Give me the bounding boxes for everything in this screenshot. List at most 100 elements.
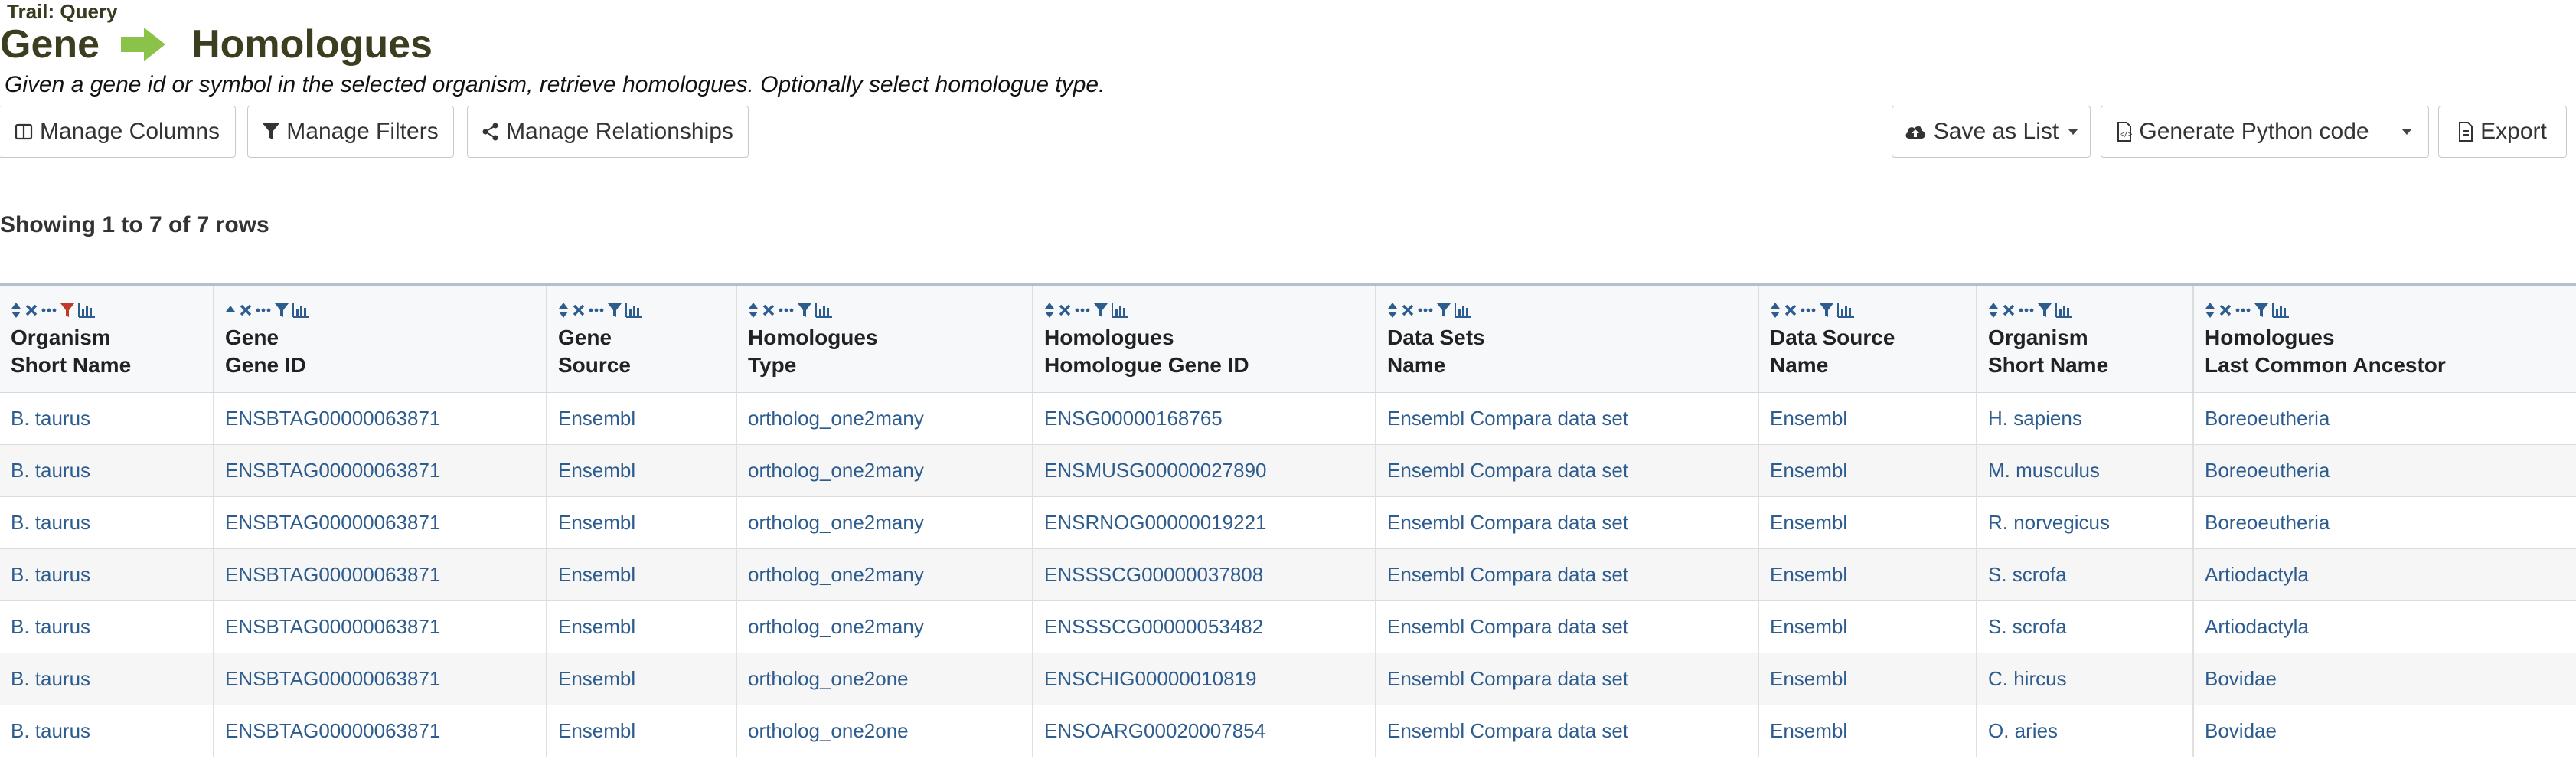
cell-link[interactable]: Ensembl bbox=[558, 407, 635, 430]
cell-link[interactable]: ENSCHIG00000010819 bbox=[1044, 667, 1257, 691]
more-options-icon[interactable] bbox=[256, 307, 271, 313]
cell-link[interactable]: ENSBTAG00000063871 bbox=[225, 459, 440, 483]
sort-icon[interactable] bbox=[558, 302, 569, 319]
cell-link[interactable]: ENSBTAG00000063871 bbox=[225, 667, 440, 691]
cell-link[interactable]: Ensembl bbox=[558, 719, 635, 743]
cell-link[interactable]: Artiodactyla bbox=[2205, 615, 2309, 639]
filter-icon[interactable] bbox=[2038, 303, 2052, 318]
cell-link[interactable]: H. sapiens bbox=[1988, 407, 2082, 430]
cell-link[interactable]: Boreoeutheria bbox=[2205, 407, 2330, 430]
more-options-icon[interactable] bbox=[1418, 307, 1433, 313]
cell-link[interactable]: Ensembl bbox=[1770, 407, 1847, 430]
cell-link[interactable]: O. aries bbox=[1988, 719, 2058, 743]
cell-link[interactable]: Boreoeutheria bbox=[2205, 459, 2330, 483]
remove-column-icon[interactable] bbox=[762, 304, 775, 316]
filter-icon[interactable] bbox=[798, 303, 811, 318]
summary-chart-icon[interactable] bbox=[1837, 303, 1854, 318]
more-options-icon[interactable] bbox=[2019, 307, 2034, 313]
summary-chart-icon[interactable] bbox=[2272, 303, 2289, 318]
cell-link[interactable]: Ensembl bbox=[1770, 511, 1847, 535]
cell-link[interactable]: B. taurus bbox=[11, 511, 90, 535]
cell-link[interactable]: ortholog_one2many bbox=[748, 459, 924, 483]
more-options-icon[interactable] bbox=[589, 307, 604, 313]
cell-link[interactable]: ENSBTAG00000063871 bbox=[225, 407, 440, 430]
cell-link[interactable]: ENSRNOG00000019221 bbox=[1044, 511, 1267, 535]
cell-link[interactable]: ortholog_one2many bbox=[748, 407, 924, 430]
summary-chart-icon[interactable] bbox=[1455, 303, 1471, 318]
sort-icon[interactable] bbox=[1387, 302, 1398, 319]
more-options-icon[interactable] bbox=[779, 307, 794, 313]
remove-column-icon[interactable] bbox=[1402, 304, 1414, 316]
filter-icon[interactable] bbox=[1437, 303, 1451, 318]
code-language-dropdown[interactable] bbox=[2385, 106, 2429, 158]
cell-link[interactable]: ENSBTAG00000063871 bbox=[225, 563, 440, 587]
cell-link[interactable]: Ensembl bbox=[558, 511, 635, 535]
filter-icon[interactable] bbox=[2254, 303, 2268, 318]
cell-link[interactable]: ortholog_one2one bbox=[748, 667, 909, 691]
cell-link[interactable]: Ensembl bbox=[1770, 615, 1847, 639]
cell-link[interactable]: Bovidae bbox=[2205, 667, 2277, 691]
cell-link[interactable]: Ensembl Compara data set bbox=[1387, 459, 1628, 483]
cell-link[interactable]: Ensembl bbox=[558, 563, 635, 587]
more-options-icon[interactable] bbox=[41, 307, 57, 313]
sort-icon[interactable] bbox=[1770, 302, 1781, 319]
filter-icon[interactable] bbox=[1820, 303, 1833, 318]
cell-link[interactable]: Bovidae bbox=[2205, 719, 2277, 743]
cell-link[interactable]: ENSG00000168765 bbox=[1044, 407, 1223, 430]
cell-link[interactable]: ortholog_one2many bbox=[748, 511, 924, 535]
cell-link[interactable]: Ensembl bbox=[1770, 719, 1847, 743]
remove-column-icon[interactable] bbox=[2003, 304, 2015, 316]
cell-link[interactable]: M. musculus bbox=[1988, 459, 2100, 483]
manage-relationships-button[interactable]: Manage Relationships bbox=[467, 106, 749, 158]
cell-link[interactable]: Ensembl bbox=[1770, 459, 1847, 483]
cell-link[interactable]: C. hircus bbox=[1988, 667, 2067, 691]
cell-link[interactable]: ortholog_one2many bbox=[748, 563, 924, 587]
cell-link[interactable]: Ensembl bbox=[558, 615, 635, 639]
sort-icon[interactable] bbox=[748, 302, 759, 319]
cell-link[interactable]: ENSBTAG00000063871 bbox=[225, 719, 440, 743]
remove-column-icon[interactable] bbox=[25, 304, 38, 316]
cell-link[interactable]: ENSBTAG00000063871 bbox=[225, 615, 440, 639]
cell-link[interactable]: ENSMUSG00000027890 bbox=[1044, 459, 1267, 483]
summary-chart-icon[interactable] bbox=[78, 303, 95, 318]
remove-column-icon[interactable] bbox=[2219, 304, 2232, 316]
generate-code-button[interactable]: </> Generate Python code bbox=[2101, 106, 2385, 158]
cell-link[interactable]: Ensembl bbox=[558, 667, 635, 691]
cell-link[interactable]: B. taurus bbox=[11, 459, 90, 483]
filter-icon[interactable] bbox=[608, 303, 622, 318]
cell-link[interactable]: B. taurus bbox=[11, 719, 90, 743]
summary-chart-icon[interactable] bbox=[815, 303, 832, 318]
cell-link[interactable]: S. scrofa bbox=[1988, 615, 2067, 639]
summary-chart-icon[interactable] bbox=[625, 303, 642, 318]
cell-link[interactable]: Artiodactyla bbox=[2205, 563, 2309, 587]
sort-icon[interactable] bbox=[1988, 302, 1999, 319]
cell-link[interactable]: B. taurus bbox=[11, 563, 90, 587]
cell-link[interactable]: Ensembl bbox=[1770, 563, 1847, 587]
remove-column-icon[interactable] bbox=[1784, 304, 1797, 316]
summary-chart-icon[interactable] bbox=[1112, 303, 1128, 318]
cell-link[interactable]: B. taurus bbox=[11, 615, 90, 639]
cell-link[interactable]: ENSSSCG00000037808 bbox=[1044, 563, 1263, 587]
save-as-list-button[interactable]: Save as List bbox=[1892, 106, 2091, 158]
manage-columns-button[interactable]: Manage Columns bbox=[0, 106, 236, 158]
cell-link[interactable]: ENSOARG00020007854 bbox=[1044, 719, 1265, 743]
summary-chart-icon[interactable] bbox=[292, 303, 309, 318]
remove-column-icon[interactable] bbox=[573, 304, 585, 316]
cell-link[interactable]: S. scrofa bbox=[1988, 563, 2067, 587]
remove-column-icon[interactable] bbox=[240, 304, 252, 316]
cell-link[interactable]: Ensembl Compara data set bbox=[1387, 511, 1628, 535]
cell-link[interactable]: Ensembl Compara data set bbox=[1387, 563, 1628, 587]
cell-link[interactable]: ENSBTAG00000063871 bbox=[225, 511, 440, 535]
cell-link[interactable]: Ensembl bbox=[1770, 667, 1847, 691]
cell-link[interactable]: ENSSSCG00000053482 bbox=[1044, 615, 1263, 639]
more-options-icon[interactable] bbox=[1075, 307, 1090, 313]
filter-icon[interactable] bbox=[1094, 303, 1108, 318]
cell-link[interactable]: B. taurus bbox=[11, 667, 90, 691]
cell-link[interactable]: B. taurus bbox=[11, 407, 90, 430]
filter-icon[interactable] bbox=[60, 303, 74, 318]
sort-ascending-icon[interactable] bbox=[225, 302, 236, 319]
cell-link[interactable]: Ensembl Compara data set bbox=[1387, 719, 1628, 743]
cell-link[interactable]: Ensembl Compara data set bbox=[1387, 667, 1628, 691]
cell-link[interactable]: Boreoeutheria bbox=[2205, 511, 2330, 535]
sort-icon[interactable] bbox=[2205, 302, 2215, 319]
